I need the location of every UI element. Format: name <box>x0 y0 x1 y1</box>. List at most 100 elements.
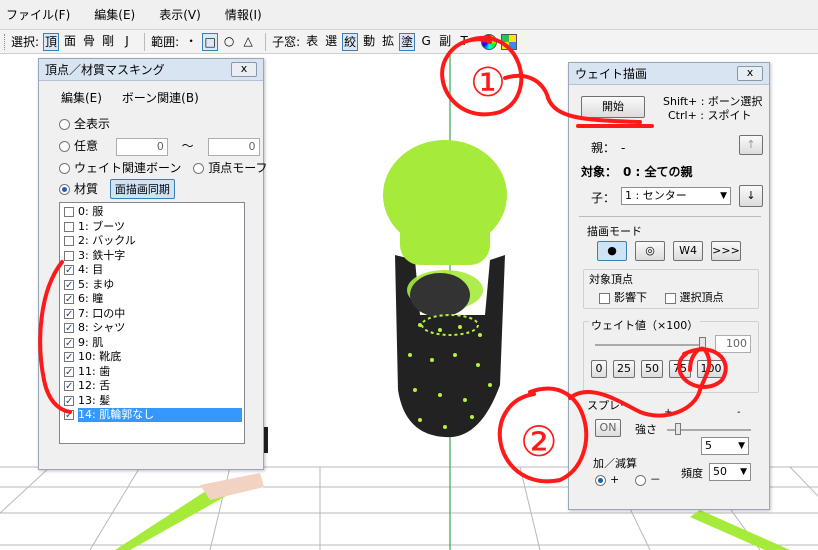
any-to-field[interactable]: 0 <box>207 138 260 156</box>
draw-mode-button[interactable]: ◎ <box>635 241 665 261</box>
material-checkbox[interactable] <box>64 221 74 232</box>
material-list-item[interactable]: 0: 服 <box>60 205 244 220</box>
material-list[interactable]: 0: 服 1: ブーツ 2: バックル 3: 鉄十字 ✓ 4: 目 ✓ 5: まゆ ✓ 6: 瞳 ✓… <box>59 202 245 444</box>
masking-title-bar[interactable]: 頂点／材質マスキング ⅹ <box>39 59 263 81</box>
weight-preset-button[interactable]: 100 <box>697 360 725 378</box>
influence-option[interactable]: 影響下 選択頂点 <box>599 289 724 305</box>
select-button[interactable]: 面 <box>62 33 78 51</box>
material-list-item[interactable]: ✓ 13: 髪 <box>60 394 244 409</box>
material-checkbox[interactable]: ✓ <box>64 337 74 348</box>
radio-all[interactable] <box>59 119 70 130</box>
menu-info[interactable]: 情報(I) <box>225 6 262 23</box>
draw-mode-button[interactable]: W4 <box>673 241 703 261</box>
material-checkbox[interactable]: ✓ <box>64 294 74 305</box>
option-all[interactable]: 全表示 <box>59 115 110 132</box>
radio-material[interactable] <box>59 184 70 195</box>
start-button[interactable]: 開始 <box>581 96 645 118</box>
material-list-item[interactable]: 2: バックル <box>60 234 244 249</box>
material-checkbox[interactable]: ✓ <box>64 395 74 406</box>
spray-toggle-button[interactable]: ON <box>595 419 621 437</box>
material-checkbox[interactable] <box>64 236 74 246</box>
material-checkbox[interactable]: ✓ <box>64 279 74 290</box>
masking-menu-edit[interactable]: 編集(E) <box>61 91 102 105</box>
range-button[interactable]: ○ <box>221 33 237 51</box>
radio-morph[interactable] <box>193 163 205 174</box>
menu-file[interactable]: ファイル(F) <box>6 6 70 23</box>
spray-slider-thumb[interactable] <box>675 423 681 435</box>
material-list-item[interactable]: ✓ 4: 目 <box>60 263 244 278</box>
window-button[interactable]: 表 <box>304 33 320 51</box>
weight-slider-track[interactable] <box>595 344 705 346</box>
parent-up-button[interactable]: ↑ <box>739 135 763 155</box>
option-weight-bone[interactable]: ウェイト関連ボーン 頂点モーフ <box>59 159 268 176</box>
select-button[interactable]: J <box>119 33 135 51</box>
draw-mode-button[interactable]: >>> <box>711 241 741 261</box>
weight-preset-button[interactable]: 50 <box>641 360 663 378</box>
select-button[interactable]: 骨 <box>81 33 97 51</box>
material-list-item[interactable]: 1: ブーツ <box>60 220 244 235</box>
select-button[interactable]: 剛 <box>100 33 116 51</box>
window-button[interactable]: 塗 <box>399 32 416 51</box>
window-button[interactable]: 絞 <box>342 32 359 51</box>
selected-vertex-checkbox[interactable] <box>664 292 676 304</box>
material-list-item[interactable]: ✓ 10: 靴底 <box>60 350 244 365</box>
window-button[interactable]: 動 <box>361 33 377 51</box>
material-checkbox[interactable]: ✓ <box>64 366 74 377</box>
material-list-item[interactable]: 3: 鉄十字 <box>60 249 244 264</box>
weight-title-bar[interactable]: ウェイト描画 ⅹ <box>569 63 769 85</box>
material-checkbox[interactable] <box>64 250 74 261</box>
select-button[interactable]: 頂 <box>43 32 60 51</box>
range-button[interactable]: ・ <box>183 33 199 51</box>
material-list-item[interactable]: ✓ 5: まゆ <box>60 278 244 293</box>
range-button[interactable]: □ <box>202 32 219 51</box>
frequency-select[interactable]: 50 ▼ <box>709 463 751 481</box>
weight-preset-button[interactable]: 0 <box>591 360 607 378</box>
menu-edit[interactable]: 編集(E) <box>94 6 135 23</box>
radio-sub[interactable] <box>634 474 646 486</box>
material-list-item[interactable]: ✓ 6: 瞳 <box>60 292 244 307</box>
material-label: 10: 靴底 <box>78 350 122 363</box>
any-from-field[interactable]: 0 <box>115 138 168 156</box>
weight-value-field[interactable]: 100 <box>715 335 751 353</box>
window-button[interactable]: 副 <box>437 33 453 51</box>
color-wheel-icon[interactable] <box>481 33 498 50</box>
weight-preset-button[interactable]: 25 <box>613 360 635 378</box>
window-button[interactable]: 選 <box>323 33 339 51</box>
close-button[interactable]: ⅹ <box>231 62 257 77</box>
radio-weight-bone[interactable] <box>59 163 70 174</box>
material-list-item[interactable]: ✓ 9: 肌 <box>60 336 244 351</box>
influence-checkbox[interactable] <box>599 292 610 304</box>
strength-select[interactable]: 5 ▼ <box>701 437 749 455</box>
palette-grid-icon[interactable] <box>501 33 518 50</box>
material-checkbox[interactable]: ✓ <box>64 410 74 421</box>
option-any[interactable]: 任意 0 ～ 0 <box>59 137 260 156</box>
sync-face-draw-button[interactable]: 面描画同期 <box>109 179 175 199</box>
range-button[interactable]: △ <box>240 33 256 51</box>
toolbar-grip[interactable] <box>4 33 7 50</box>
material-list-item[interactable]: ✓ 14: 肌輪郭なし <box>60 408 244 423</box>
window-button[interactable]: 拡 <box>380 33 396 51</box>
material-list-item[interactable]: ✓ 8: シャツ <box>60 321 244 336</box>
material-checkbox[interactable]: ✓ <box>64 308 74 319</box>
child-down-button[interactable]: ↓ <box>739 185 763 207</box>
material-checkbox[interactable]: ✓ <box>64 323 74 334</box>
weight-preset-button[interactable]: 75 <box>669 360 691 378</box>
material-checkbox[interactable]: ✓ <box>64 352 74 363</box>
material-list-item[interactable]: ✓ 12: 舌 <box>60 379 244 394</box>
material-list-item[interactable]: ✓ 7: 口の中 <box>60 307 244 322</box>
child-select[interactable]: 1 : センター ▼ <box>621 187 731 205</box>
option-material[interactable]: 材質 面描画同期 <box>59 179 175 199</box>
radio-any[interactable] <box>59 141 70 152</box>
material-checkbox[interactable]: ✓ <box>64 381 74 392</box>
close-button[interactable]: ⅹ <box>737 66 763 81</box>
menu-view[interactable]: 表示(V) <box>159 6 201 23</box>
masking-menu-bone[interactable]: ボーン関連(B) <box>122 91 199 105</box>
draw-mode-button[interactable]: ● <box>597 241 627 261</box>
radio-add[interactable] <box>595 474 606 486</box>
window-button[interactable]: T <box>456 33 472 51</box>
weight-slider-thumb[interactable] <box>699 337 706 351</box>
material-checkbox[interactable]: ✓ <box>64 265 74 276</box>
material-list-item[interactable]: ✓ 11: 歯 <box>60 365 244 380</box>
material-checkbox[interactable] <box>64 207 74 217</box>
window-button[interactable]: G <box>418 33 434 51</box>
